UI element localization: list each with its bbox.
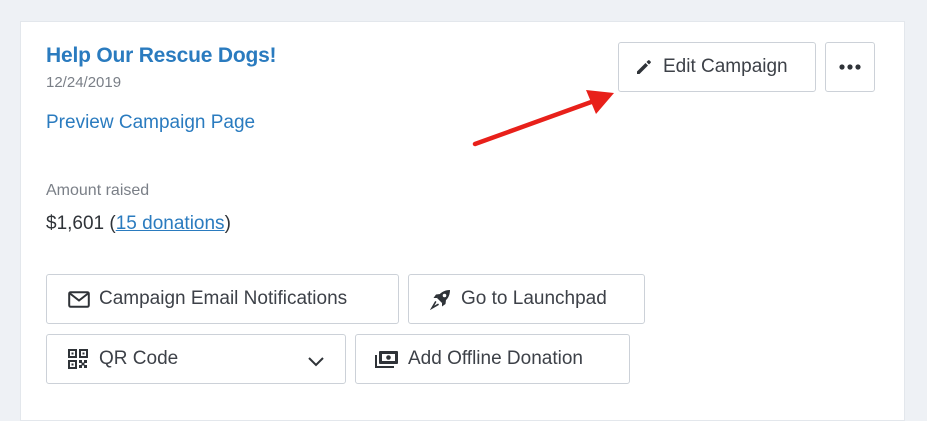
launchpad-label: Go to Launchpad [461,288,607,309]
edit-campaign-button[interactable]: Edit Campaign [618,42,816,92]
campaign-email-notifications-button[interactable]: Campaign Email Notifications [46,274,399,324]
pencil-icon [633,58,655,76]
cash-icon [374,350,400,368]
annotation-arrow [472,90,614,147]
campaign-title: Help Our Rescue Dogs! [46,44,277,67]
qr-code-dropdown[interactable]: QR Code [46,334,346,384]
more-options-button[interactable] [825,42,875,92]
campaign-date: 12/24/2019 [46,74,122,91]
qr-code-icon [67,349,89,369]
offline-donation-label: Add Offline Donation [408,348,583,369]
donations-link[interactable]: 15 donations [116,213,225,234]
add-offline-donation-button[interactable]: Add Offline Donation [355,334,630,384]
more-horizontal-icon [838,63,862,71]
email-notifications-label: Campaign Email Notifications [99,288,348,309]
qr-code-label: QR Code [99,348,179,369]
open-paren: ( [104,213,116,234]
amount-value: $1,601 [46,213,105,234]
chevron-down-icon [307,351,325,373]
rocket-icon [429,288,453,310]
envelope-icon [67,290,91,308]
preview-campaign-link[interactable]: Preview Campaign Page [46,112,255,134]
amount-raised-value: $1,601 (15 donations) [46,213,231,235]
close-paren: ) [224,213,231,234]
amount-raised-label: Amount raised [46,182,150,199]
go-to-launchpad-button[interactable]: Go to Launchpad [408,274,645,324]
edit-campaign-label: Edit Campaign [663,56,788,77]
